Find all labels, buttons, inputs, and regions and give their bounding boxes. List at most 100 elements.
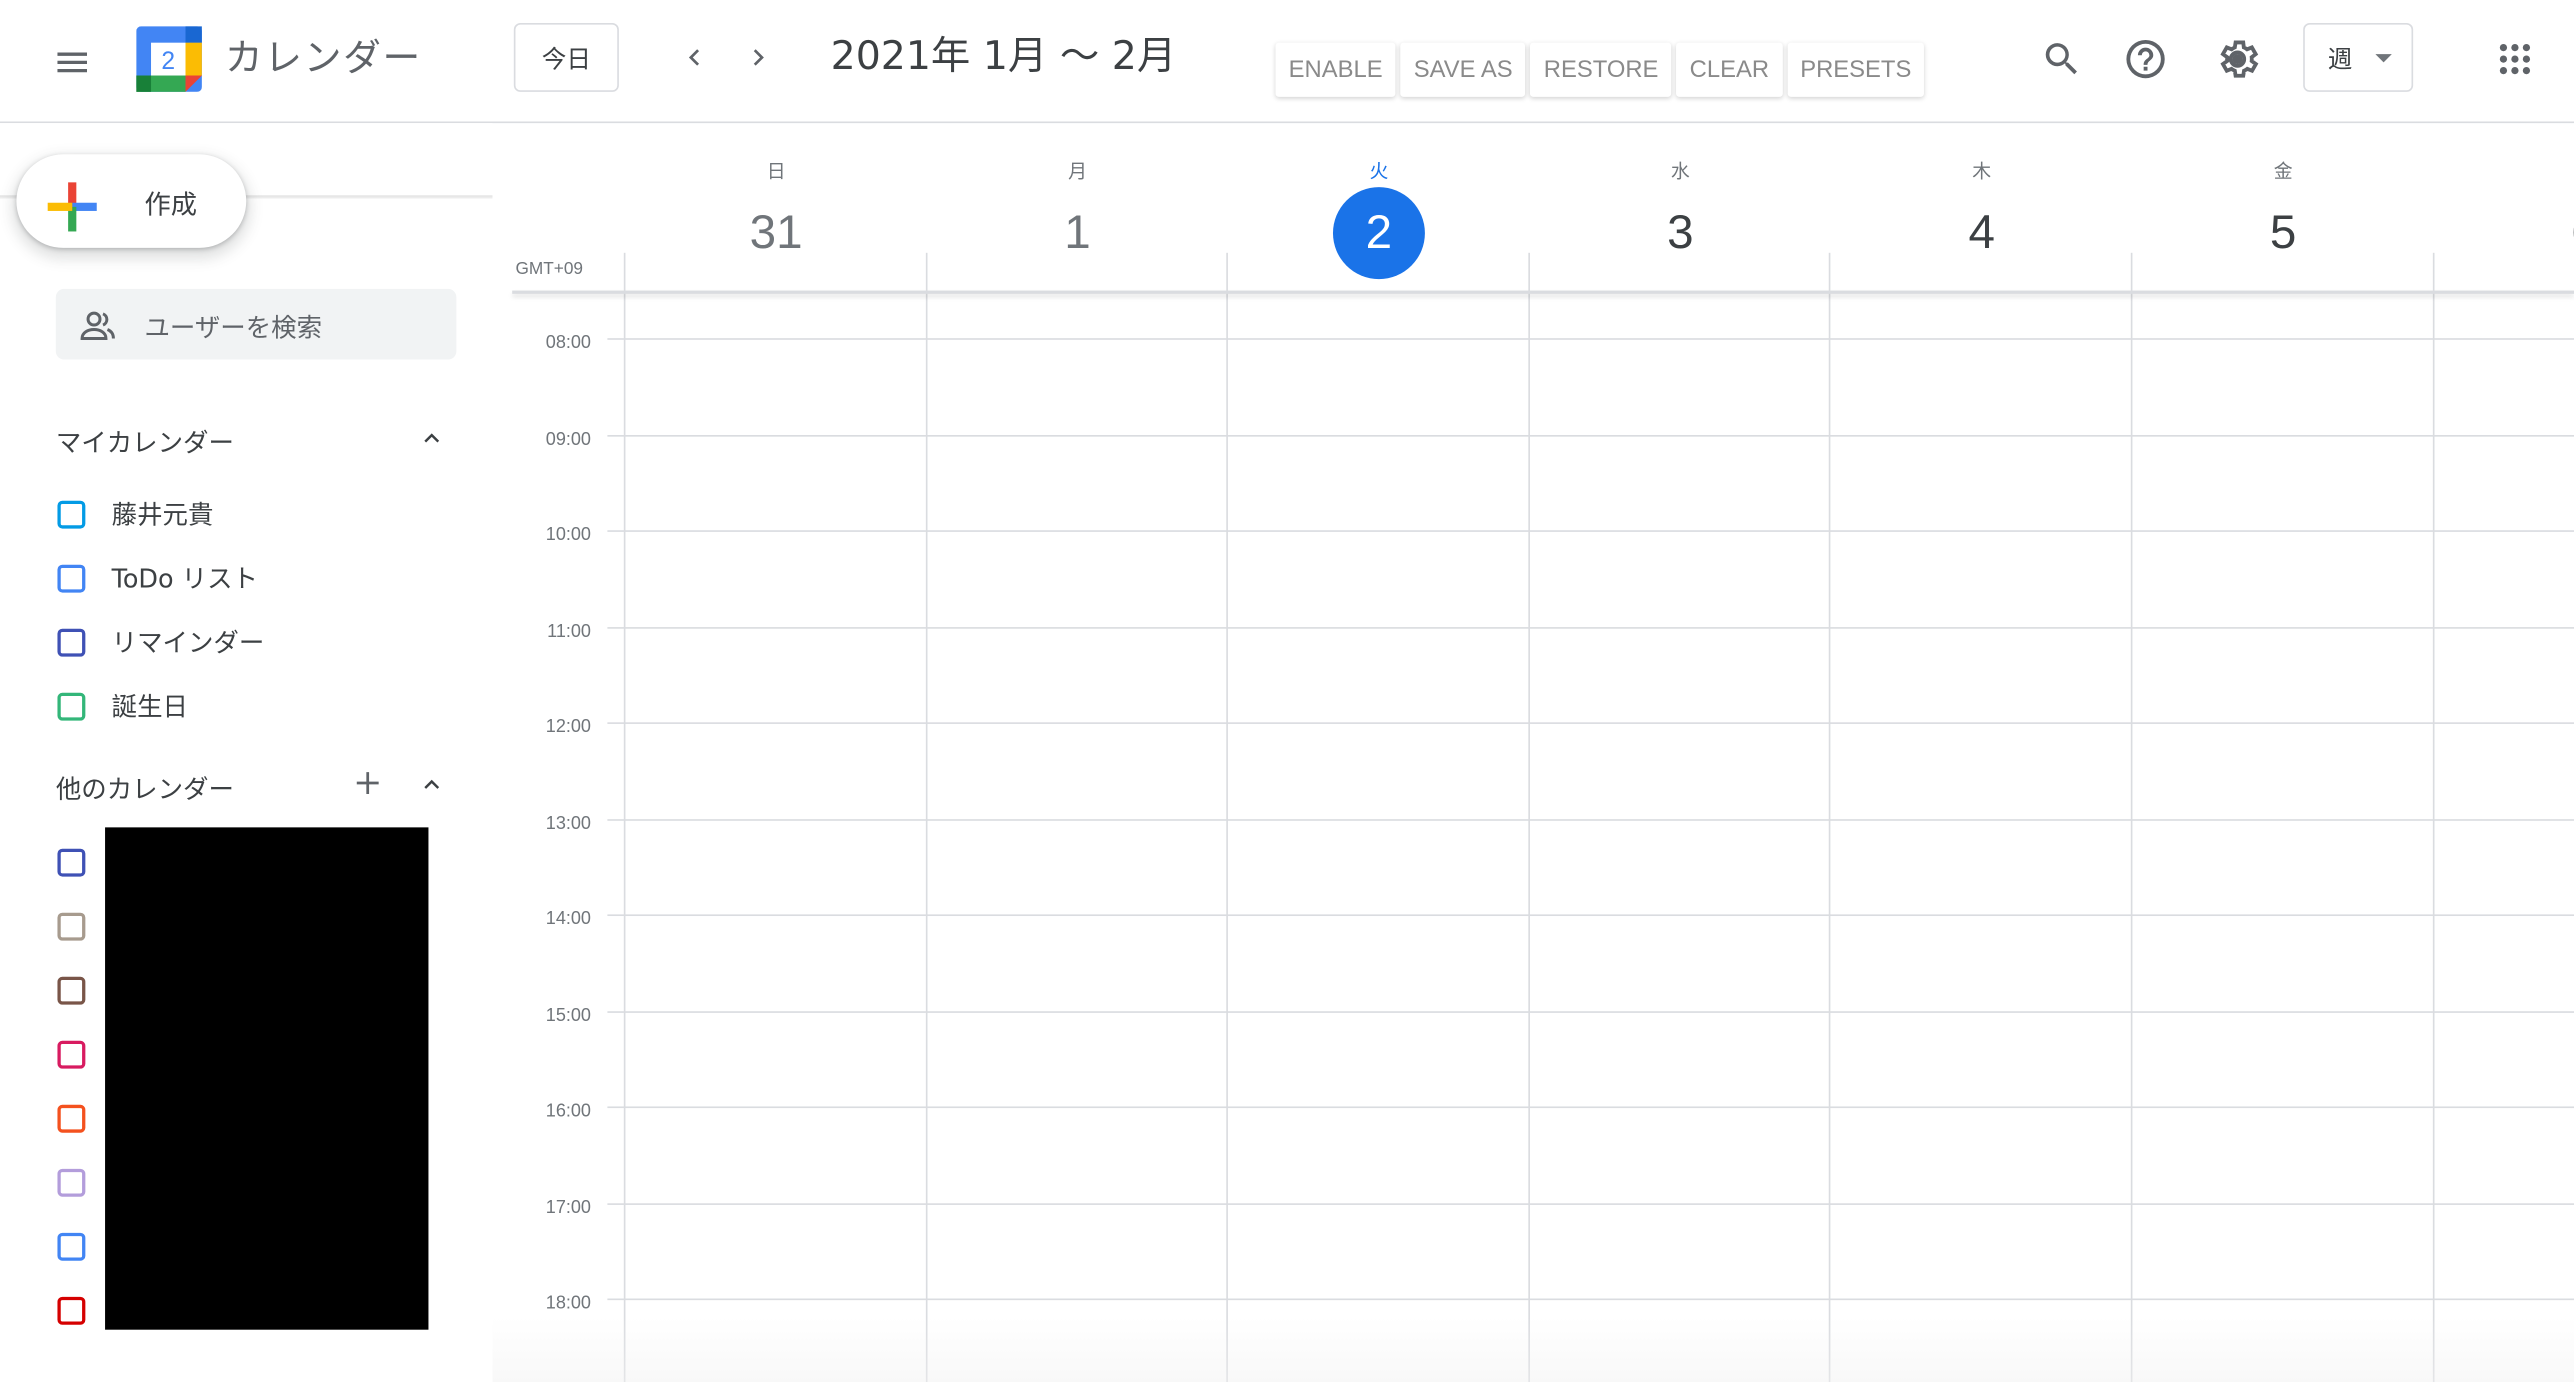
restore-button[interactable]: RESTORE [1530,42,1672,97]
hour-label: 13:00 [545,813,591,834]
hour-gridline [607,818,2574,820]
hour-label: 15:00 [545,1005,591,1026]
calendar-label: 藤井元貴 [111,500,214,531]
view-selector[interactable]: 週 [2303,22,2414,92]
hour-label: 12:00 [545,717,591,738]
search-icon [2045,43,2077,75]
my-calendar-item[interactable]: 誕生日 [56,681,466,730]
create-label: 作成 [144,188,198,220]
calendar-label: ToDo リスト [111,564,259,595]
people-icon [80,311,115,340]
day-header: 火2 [1228,123,1529,287]
day-of-week-label: 土 [2434,158,2574,184]
calendar-checkbox[interactable] [57,691,86,720]
people-search-input[interactable]: ユーザーを検索 [55,288,457,360]
today-date-number[interactable]: 2 [1332,187,1425,280]
help-icon [2126,39,2165,79]
gear-icon [2220,40,2259,78]
calendar-checkbox[interactable] [57,1103,86,1132]
date-number[interactable]: 1 [1032,187,1124,279]
chevron-up-icon[interactable] [417,424,447,454]
today-button[interactable]: 今日 [513,22,619,92]
hour-gridline [607,1106,2574,1109]
calendar-checkbox[interactable] [57,563,86,592]
hour-gridline [607,722,2574,724]
calendar-checkbox[interactable] [57,1039,86,1068]
my-calendar-item[interactable]: ToDo リスト [56,553,466,602]
calendar-checkbox[interactable] [57,627,86,656]
hour-gridline [607,338,2574,340]
hour-label: 09:00 [545,429,591,449]
calendar-app: 2 カレンダー 今日 2021年 1月 〜 2月 ENABLE SAVE AS … [0,0,2574,1382]
plus-icon [47,182,97,232]
settings-button[interactable] [2205,26,2271,92]
date-number[interactable]: 6 [2539,187,2574,279]
day-header: 金5 [2132,123,2433,287]
date-number[interactable]: 31 [730,187,822,279]
next-week-button[interactable] [727,26,789,88]
enable-button[interactable]: ENABLE [1275,42,1396,97]
other-calendars-header[interactable]: 他のカレンダー [56,760,457,809]
calendar-checkbox[interactable] [57,499,86,528]
day-header: 月1 [927,123,1228,287]
presets-button[interactable]: PRESETS [1787,42,1925,97]
sidebar: 作成 リスト ユーザーを検索 マイカレンダー 藤井元貴ToDo リストリマインダ… [0,123,493,1382]
svg-text:2: 2 [161,48,175,75]
help-button[interactable] [2113,26,2179,92]
date-number[interactable]: 5 [2237,187,2329,279]
search-button[interactable] [2029,26,2095,92]
hour-gridline [607,1010,2574,1013]
chevron-up-icon[interactable] [417,770,447,800]
my-calendars-header[interactable]: マイカレンダー [56,414,457,463]
day-of-week-label: 木 [1972,159,1992,183]
day-of-week-label: 金 [2273,159,2293,183]
calendar-checkbox[interactable] [57,975,86,1004]
google-apps-button[interactable] [2482,26,2548,92]
calendar-checkbox[interactable] [57,1296,86,1324]
day-of-week-label: 水 [1670,159,1690,183]
previous-week-button[interactable] [663,26,725,88]
day-header: 木4 [1831,123,2132,287]
calendar-checkbox[interactable] [57,847,86,876]
timezone-label: GMT+09 [515,259,583,280]
calendar-checkbox[interactable] [57,1167,86,1196]
hour-label: 18:00 [545,1293,591,1314]
apps-grid-icon [2499,43,2531,75]
day-header: 土6 [2434,123,2574,287]
hour-label: 14:00 [545,909,591,930]
date-range-title: 2021年 1月 〜 2月 [830,32,1177,79]
week-grid: 日31月1火2水3木4金5土6 GMT+09 08:0009:0010:0011… [492,123,2574,1382]
hour-label: 10:00 [545,525,591,546]
main-menu-button[interactable] [39,30,105,96]
dropdown-caret-icon [2375,54,2392,63]
hour-gridline [607,626,2574,628]
day-header: 水3 [1530,123,1831,287]
calendar-checkbox[interactable] [57,1232,86,1260]
save-as-button[interactable]: SAVE AS [1400,42,1526,97]
header-separator [512,290,2574,294]
my-calendars-title: マイカレンダー [55,428,234,459]
my-calendar-item[interactable]: リマインダー [56,617,466,666]
calendar-logo[interactable]: 2 [136,26,202,92]
view-selected-label: 週 [2327,43,2353,74]
my-calendar-item[interactable]: 藤井元貴 [56,489,466,538]
date-number[interactable]: 3 [1634,187,1726,279]
calendar-checkbox[interactable] [57,911,86,940]
date-number[interactable]: 4 [1936,187,2028,279]
calendar-label: リマインダー [111,628,265,659]
hour-gridline [607,914,2574,917]
day-header: 日 31 [625,123,926,287]
calendar-label: 誕生日 [111,692,188,723]
clear-button[interactable]: CLEAR [1676,42,1783,97]
people-search-placeholder: ユーザーを検索 [144,313,323,344]
day-of-week-label: 月 [1068,159,1087,183]
app-title: カレンダー [224,37,422,81]
chevron-right-icon [753,49,764,66]
hour-gridline [607,1298,2574,1301]
create-button[interactable]: 作成 [16,154,247,248]
hour-gridline [607,434,2574,436]
chevron-left-icon [688,49,700,66]
hour-label: 17:00 [545,1197,591,1218]
add-calendar-icon[interactable] [351,767,384,800]
bottom-fade [492,1316,2574,1382]
